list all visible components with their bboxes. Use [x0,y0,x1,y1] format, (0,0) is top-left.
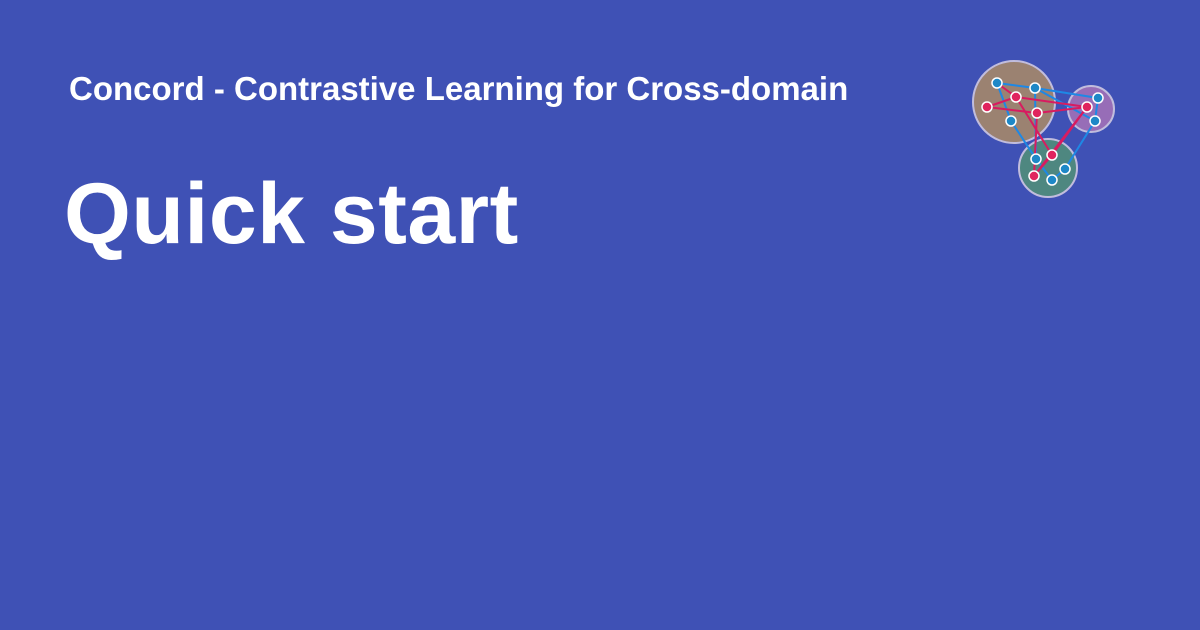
logo-node-red [1046,149,1058,161]
logo-node-red [1028,170,1040,182]
logo-node-red [1081,101,1093,113]
logo-node-red [1010,91,1022,103]
logo-node-blue [1089,115,1101,127]
logo-node-red [981,101,993,113]
site-name: Concord - Contrastive Learning for Cross… [69,70,849,107]
social-card: Concord - Contrastive Learning for Cross… [0,0,1200,630]
logo-node-blue [1029,82,1041,94]
page-title: Quick start [64,166,519,262]
logo-node-blue [1059,163,1071,175]
logo-node-blue [1030,153,1042,165]
logo-node-blue [1092,92,1104,104]
graph-network-icon [972,60,1115,198]
logo-node-red [1031,107,1043,119]
logo-node-blue [1005,115,1017,127]
logo-node-blue [991,77,1003,89]
logo-node-blue [1046,174,1058,186]
